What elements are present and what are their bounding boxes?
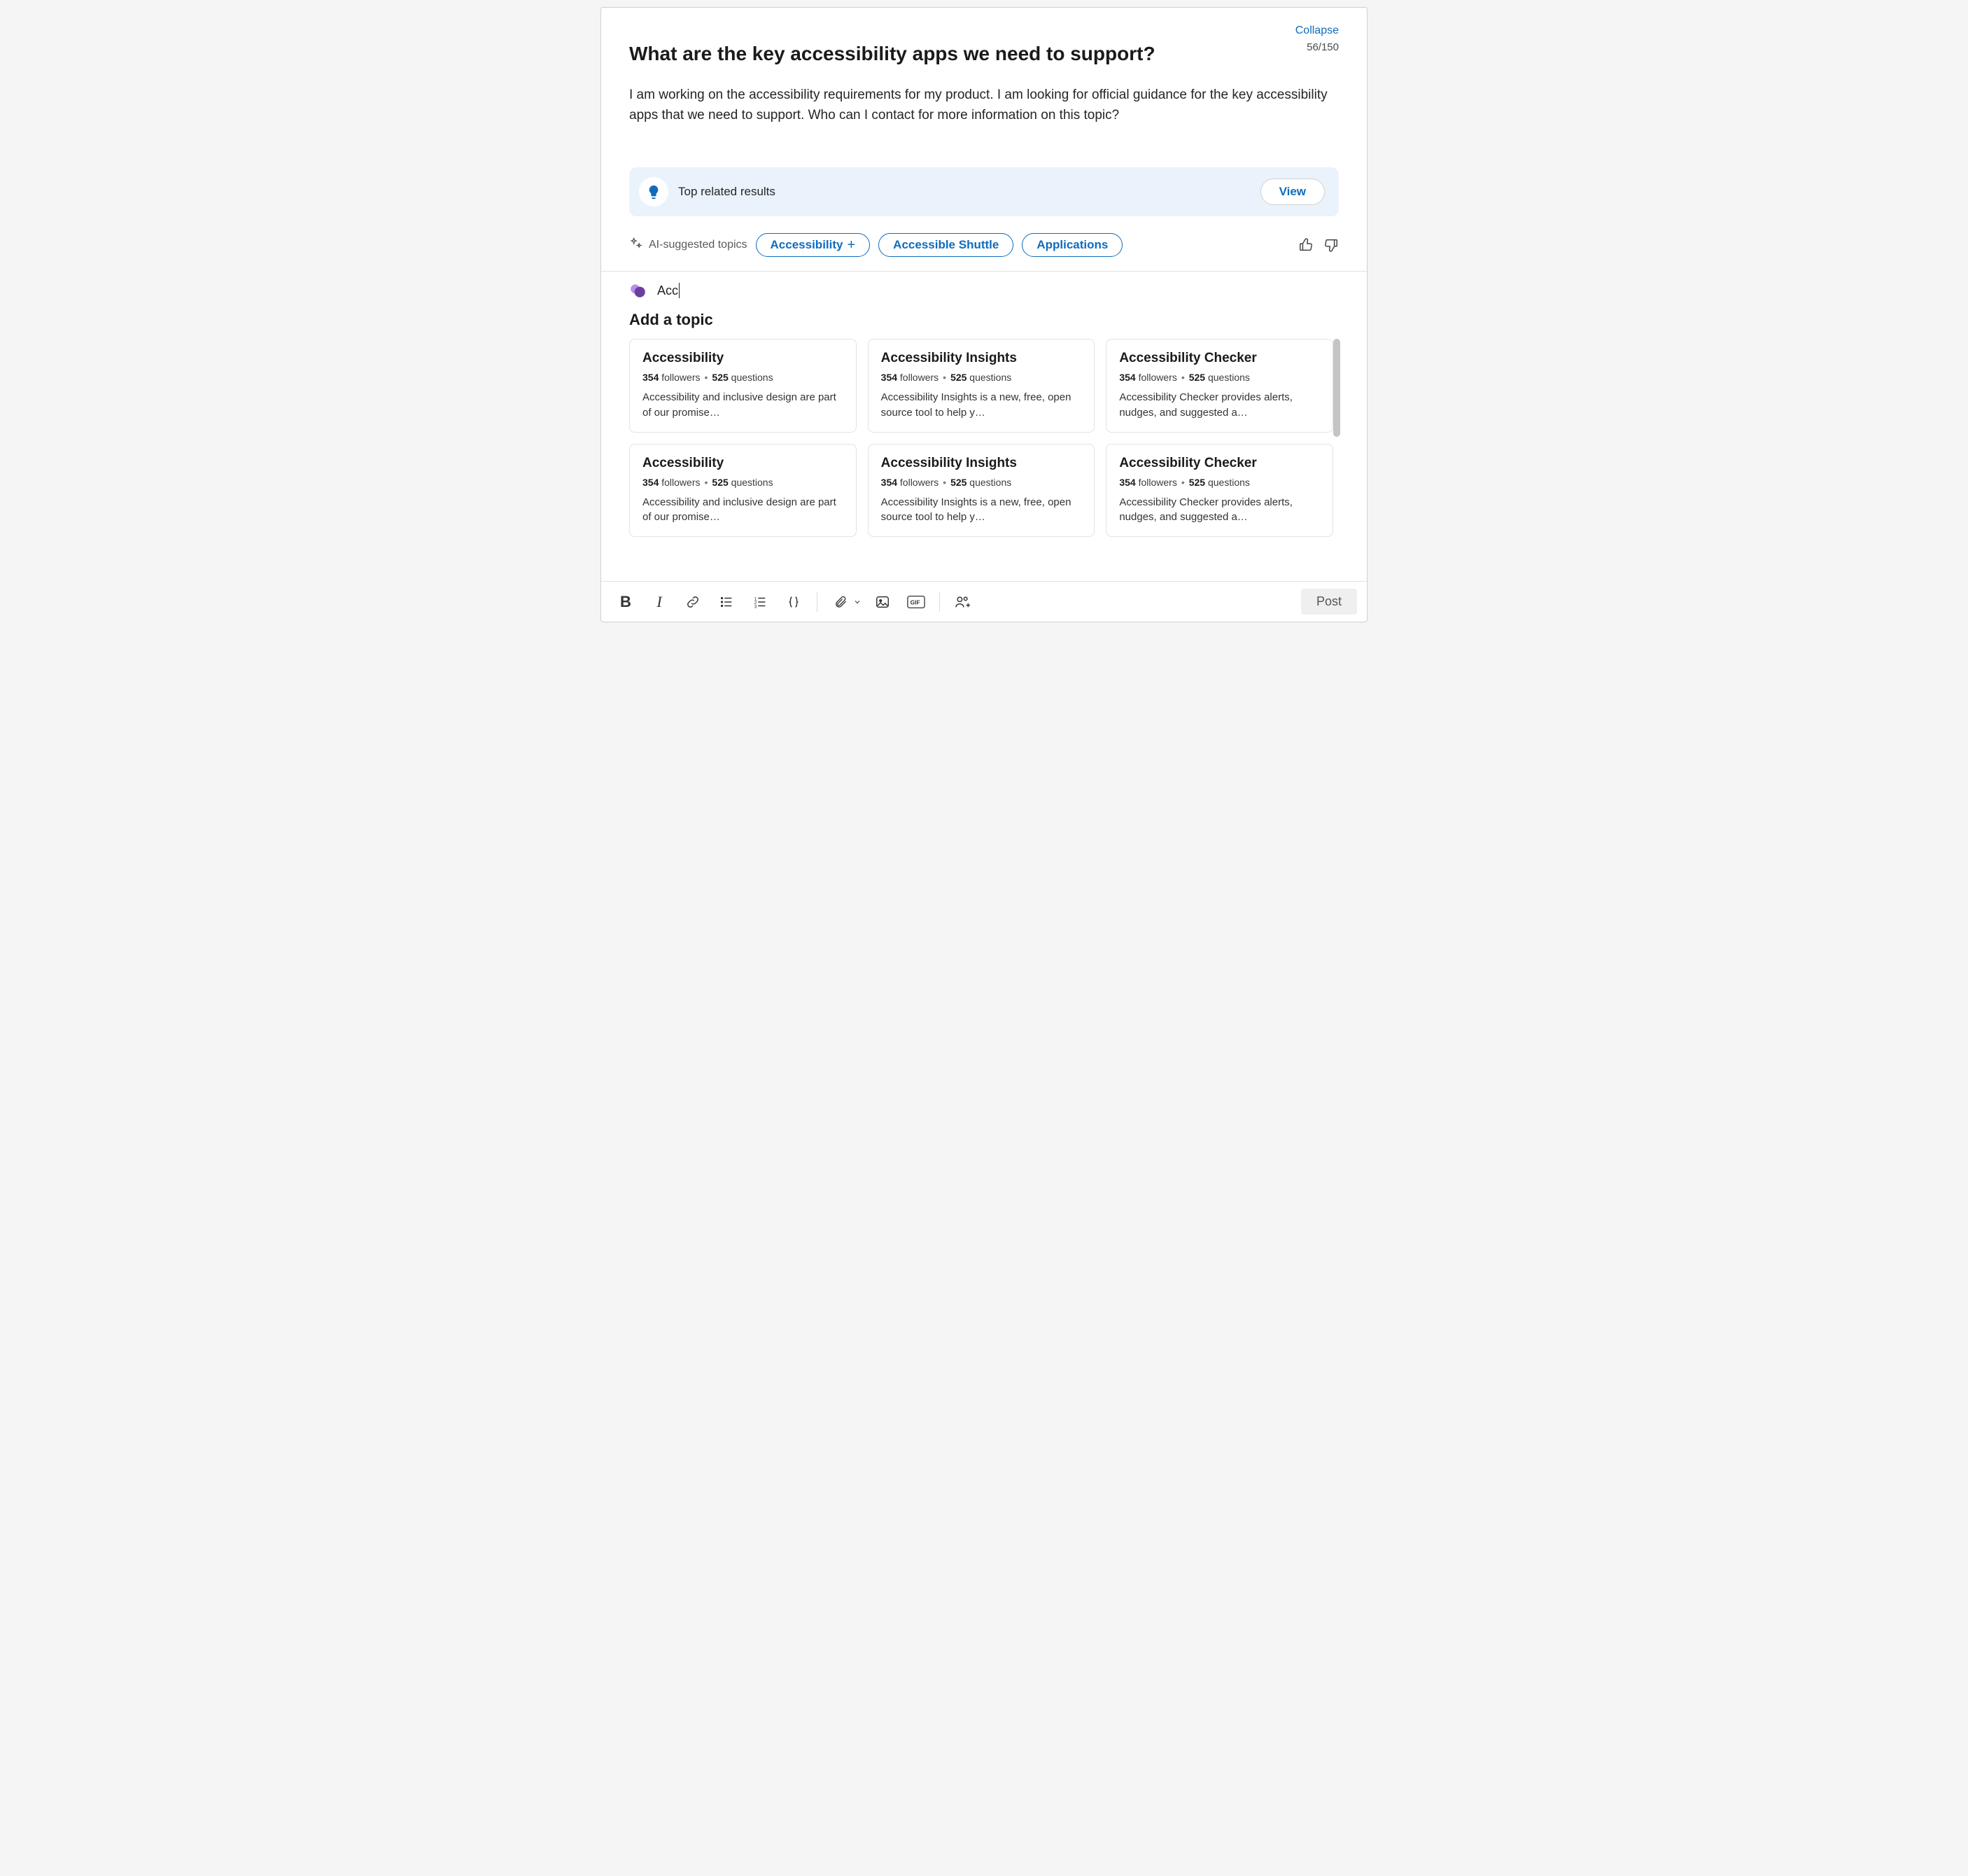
topic-card-desc: Accessibility and inclusive design are p… [642, 390, 843, 421]
topic-card-meta: 354 followers•525 questions [881, 372, 1082, 383]
topic-card-title: Accessibility Checker [1119, 456, 1320, 471]
topic-card-desc: Accessibility Checker provides alerts, n… [1119, 495, 1320, 526]
post-button[interactable]: Post [1301, 589, 1357, 615]
code-block-button[interactable] [779, 589, 808, 615]
attach-menu-caret[interactable] [851, 598, 864, 606]
question-body[interactable]: I am working on the accessibility requir… [629, 85, 1339, 125]
scrollbar-thumb[interactable] [1333, 339, 1340, 437]
view-button[interactable]: View [1260, 178, 1325, 205]
topic-card-title: Accessibility Insights [881, 351, 1082, 366]
topic-card-meta: 354 followers•525 questions [881, 477, 1082, 488]
bullet-list-button[interactable] [712, 589, 741, 615]
topic-card[interactable]: Accessibility Checker 354 followers•525 q… [1106, 339, 1333, 433]
topic-card-title: Accessibility [642, 351, 843, 366]
svg-text:3: 3 [754, 604, 757, 609]
italic-button[interactable]: I [645, 589, 674, 615]
topic-card-title: Accessibility Checker [1119, 351, 1320, 366]
thumbs-down-icon[interactable] [1323, 237, 1339, 253]
related-results-label: Top related results [678, 185, 775, 199]
thumbs-up-icon[interactable] [1298, 237, 1314, 253]
topic-cards-list[interactable]: Accessibility 354 followers•525 questions… [629, 339, 1333, 577]
ai-suggested-topics-row: AI-suggested topics Accessibility+ Acces… [629, 233, 1339, 257]
topic-icon [629, 281, 647, 300]
topic-card[interactable]: Accessibility 354 followers•525 questions… [629, 339, 857, 433]
topic-card-meta: 354 followers•525 questions [1119, 477, 1320, 488]
topic-input[interactable]: Acc [657, 283, 680, 298]
add-topic-heading: Add a topic [629, 311, 1339, 329]
char-count: 56/150 [1307, 41, 1339, 53]
topic-card[interactable]: Accessibility 354 followers•525 questions… [629, 444, 857, 538]
topic-card[interactable]: Accessibility Insights 354 followers•525 … [868, 444, 1095, 538]
compose-window: Collapse What are the key accessibility … [600, 7, 1368, 622]
topic-card-desc: Accessibility Checker provides alerts, n… [1119, 390, 1320, 421]
lightbulb-icon [639, 177, 668, 206]
related-results-banner: Top related results View [629, 167, 1339, 216]
sparkle-icon [629, 237, 643, 254]
gif-button[interactable]: GIF [901, 589, 931, 615]
topic-card[interactable]: Accessibility Insights 354 followers•525 … [868, 339, 1095, 433]
bold-button[interactable]: B [611, 589, 640, 615]
editor-toolbar: B I 123 GIF [601, 581, 1367, 622]
mention-people-button[interactable] [948, 589, 978, 615]
svg-text:GIF: GIF [911, 598, 920, 606]
topic-pill-accessible-shuttle[interactable]: Accessible Shuttle [878, 233, 1013, 257]
topic-card-meta: 354 followers•525 questions [1119, 372, 1320, 383]
link-button[interactable] [678, 589, 708, 615]
topic-pill-applications[interactable]: Applications [1022, 233, 1123, 257]
topic-card-desc: Accessibility and inclusive design are p… [642, 495, 843, 526]
collapse-link[interactable]: Collapse [1295, 24, 1339, 36]
topic-card-meta: 354 followers•525 questions [642, 477, 843, 488]
topic-card-desc: Accessibility Insights is a new, free, o… [881, 495, 1082, 526]
image-button[interactable] [868, 589, 897, 615]
ai-topics-label: AI-suggested topics [649, 239, 747, 251]
topic-card-title: Accessibility Insights [881, 456, 1082, 471]
topic-pill-accessibility[interactable]: Accessibility+ [756, 233, 871, 257]
numbered-list-button[interactable]: 123 [745, 589, 775, 615]
topic-card-meta: 354 followers•525 questions [642, 372, 843, 383]
plus-icon: + [847, 238, 855, 252]
topic-card[interactable]: Accessibility Checker 354 followers•525 q… [1106, 444, 1333, 538]
topic-card-title: Accessibility [642, 456, 843, 471]
question-title[interactable]: What are the key accessibility apps we n… [629, 41, 1293, 66]
topic-card-desc: Accessibility Insights is a new, free, o… [881, 390, 1082, 421]
